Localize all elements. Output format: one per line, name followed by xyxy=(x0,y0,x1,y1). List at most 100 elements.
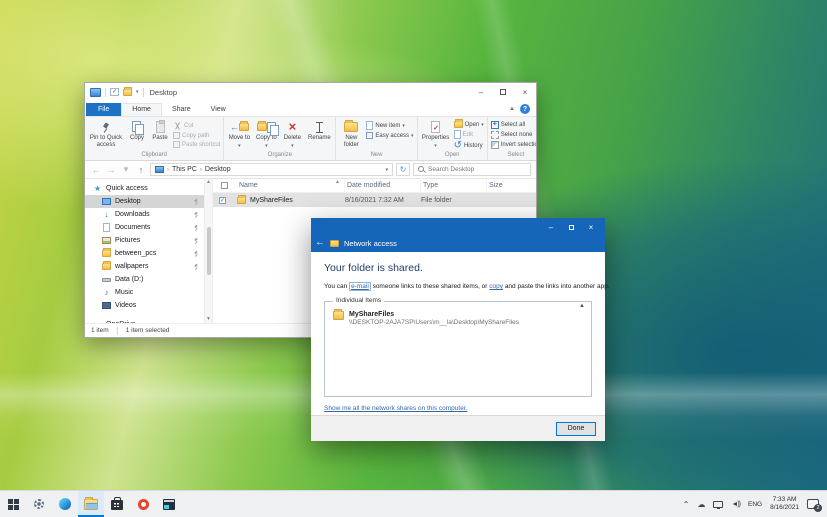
scrollbar-thumb[interactable] xyxy=(207,227,211,275)
terminal-button[interactable] xyxy=(156,491,182,517)
copy-path-button[interactable]: Copy path xyxy=(173,132,220,139)
recent-locations-chevron-icon[interactable]: ▾ xyxy=(120,164,132,175)
invert-selection-button[interactable]: Invert selection xyxy=(491,141,536,149)
breadcrumb-this-pc[interactable]: This PC xyxy=(172,166,197,173)
shared-item-path: \\DESKTOP-2AJA7SP\Users\m__la\Desktop\My… xyxy=(349,319,519,326)
address-dropdown-chevron-icon[interactable]: ▾ xyxy=(385,167,388,173)
show-hidden-icons-chevron-icon[interactable]: ⌃ xyxy=(683,500,690,509)
sidebar-scrollbar[interactable]: ▲ ▼ xyxy=(205,179,213,323)
done-button[interactable]: Done xyxy=(556,422,596,436)
minimize-button[interactable]: – xyxy=(541,221,561,233)
breadcrumb-desktop[interactable]: Desktop xyxy=(205,166,231,173)
breadcrumb[interactable]: › This PC › Desktop ▾ xyxy=(150,163,393,176)
edit-button[interactable]: Edit xyxy=(454,130,484,139)
column-name[interactable]: Name▲ xyxy=(237,179,345,192)
back-icon[interactable]: ← xyxy=(90,165,102,175)
scroll-up-icon[interactable]: ▲ xyxy=(206,180,211,185)
language-indicator[interactable]: ENG xyxy=(748,501,762,508)
properties-button[interactable]: Properties▾ xyxy=(421,119,451,149)
sidebar-item-pictures[interactable]: Pictures xyxy=(85,234,204,247)
paste-shortcut-icon xyxy=(173,141,180,148)
start-button[interactable] xyxy=(0,491,26,517)
collapse-chevron-icon[interactable]: ▲ xyxy=(579,303,585,309)
easy-access-button[interactable]: Easy access▾ xyxy=(366,132,413,139)
sidebar-item-music[interactable]: ♪ Music xyxy=(85,286,204,299)
minimize-ribbon-icon[interactable]: ▲ xyxy=(509,106,515,112)
cut-button[interactable]: Cut xyxy=(173,121,220,130)
properties-quick-icon[interactable]: ✓ xyxy=(110,88,119,96)
sidebar-item-downloads[interactable]: ↓ Downloads xyxy=(85,208,204,221)
pin-to-quick-access-button[interactable]: Pin to Quick access xyxy=(88,119,124,148)
forward-icon[interactable]: → xyxy=(105,165,117,175)
sidebar-item-onedrive[interactable]: ☁ OneDrive xyxy=(85,318,204,323)
opera-button[interactable] xyxy=(130,491,156,517)
search-input[interactable] xyxy=(428,166,526,173)
new-item-button[interactable]: New item▾ xyxy=(366,121,413,130)
copy-link[interactable]: copy xyxy=(489,283,503,290)
select-all-button[interactable]: + Select all xyxy=(491,121,536,129)
move-to-icon: ← xyxy=(230,123,239,132)
copy-to-button[interactable]: Copy to▾ xyxy=(254,119,278,149)
sidebar-item-data-d[interactable]: Data (D:) xyxy=(85,273,204,286)
sidebar-item-videos[interactable]: Videos xyxy=(85,299,204,312)
network-icon[interactable] xyxy=(713,501,723,508)
onedrive-tray-cloud-icon[interactable]: ☁ xyxy=(697,500,705,509)
column-size[interactable]: Size xyxy=(487,179,536,192)
maximize-button[interactable] xyxy=(561,221,581,233)
close-button[interactable]: × xyxy=(514,83,536,101)
scroll-down-icon[interactable]: ▼ xyxy=(206,317,211,322)
store-button[interactable] xyxy=(104,491,130,517)
tab-home[interactable]: Home xyxy=(121,103,162,116)
new-folder-quick-icon[interactable] xyxy=(123,89,132,96)
tab-share[interactable]: Share xyxy=(162,104,201,116)
pin-icon xyxy=(194,199,199,204)
paste-button[interactable]: Paste xyxy=(150,119,170,142)
file-type: File folder xyxy=(421,197,487,204)
maximize-button[interactable] xyxy=(492,83,514,101)
email-link[interactable]: e-mail xyxy=(349,282,371,291)
settings-button[interactable] xyxy=(26,491,52,517)
file-explorer-taskbar-button[interactable] xyxy=(78,491,104,517)
pin-icon xyxy=(194,225,199,230)
shared-item-name: MyShareFiles xyxy=(349,311,519,318)
select-none-button[interactable]: Select none xyxy=(491,131,536,139)
terminal-icon xyxy=(163,499,175,510)
delete-button[interactable]: × Delete▾ xyxy=(281,119,303,149)
rename-button[interactable]: Rename xyxy=(306,119,332,142)
history-button[interactable]: ↺ History xyxy=(454,141,484,151)
column-type[interactable]: Type xyxy=(421,179,487,192)
edge-button[interactable] xyxy=(52,491,78,517)
file-row-mysharefiles[interactable]: MyShareFiles 8/16/2021 7:32 AM File fold… xyxy=(213,193,536,207)
search-box[interactable] xyxy=(413,163,531,176)
shared-item[interactable]: MyShareFiles \\DESKTOP-2AJA7SP\Users\m__… xyxy=(333,311,583,326)
customize-toolbar-chevron-icon[interactable]: ▾ xyxy=(136,89,139,95)
delete-icon: × xyxy=(289,121,297,133)
clock[interactable]: 7:33 AM 8/16/2021 xyxy=(770,496,799,512)
move-to-button[interactable]: ← Move to▾ xyxy=(227,119,251,149)
close-button[interactable]: × xyxy=(581,221,601,233)
action-center-icon[interactable]: 2 xyxy=(807,499,819,509)
folder-icon xyxy=(102,263,111,270)
speaker-icon[interactable]: ◄)) xyxy=(731,501,740,508)
sidebar-item-documents[interactable]: Documents xyxy=(85,221,204,234)
sidebar-item-quick-access[interactable]: ★ Quick access xyxy=(85,182,204,195)
sidebar-item-desktop[interactable]: Desktop xyxy=(85,195,204,208)
open-button[interactable]: Open▾ xyxy=(454,121,484,128)
tab-view[interactable]: View xyxy=(201,104,236,116)
refresh-icon[interactable]: ↻ xyxy=(396,163,410,176)
paste-shortcut-button[interactable]: Paste shortcut xyxy=(173,141,220,148)
divider xyxy=(143,88,144,97)
column-date-modified[interactable]: Date modified xyxy=(345,179,421,192)
sidebar-item-between-pcs[interactable]: between_pcs xyxy=(85,247,204,260)
minimize-button[interactable]: – xyxy=(470,83,492,101)
select-all-checkbox[interactable] xyxy=(221,182,228,189)
row-checkbox[interactable] xyxy=(219,197,226,204)
back-icon[interactable]: ← xyxy=(315,238,325,248)
tab-file[interactable]: File xyxy=(86,103,121,116)
show-all-shares-link[interactable]: Show me all the network shares on this c… xyxy=(324,405,467,412)
help-icon[interactable]: ? xyxy=(520,104,530,114)
sidebar-item-wallpapers[interactable]: wallpapers xyxy=(85,260,204,273)
new-folder-button[interactable]: New folder xyxy=(339,119,363,148)
up-icon[interactable]: ↑ xyxy=(135,165,147,175)
copy-button[interactable]: Copy xyxy=(127,119,147,142)
